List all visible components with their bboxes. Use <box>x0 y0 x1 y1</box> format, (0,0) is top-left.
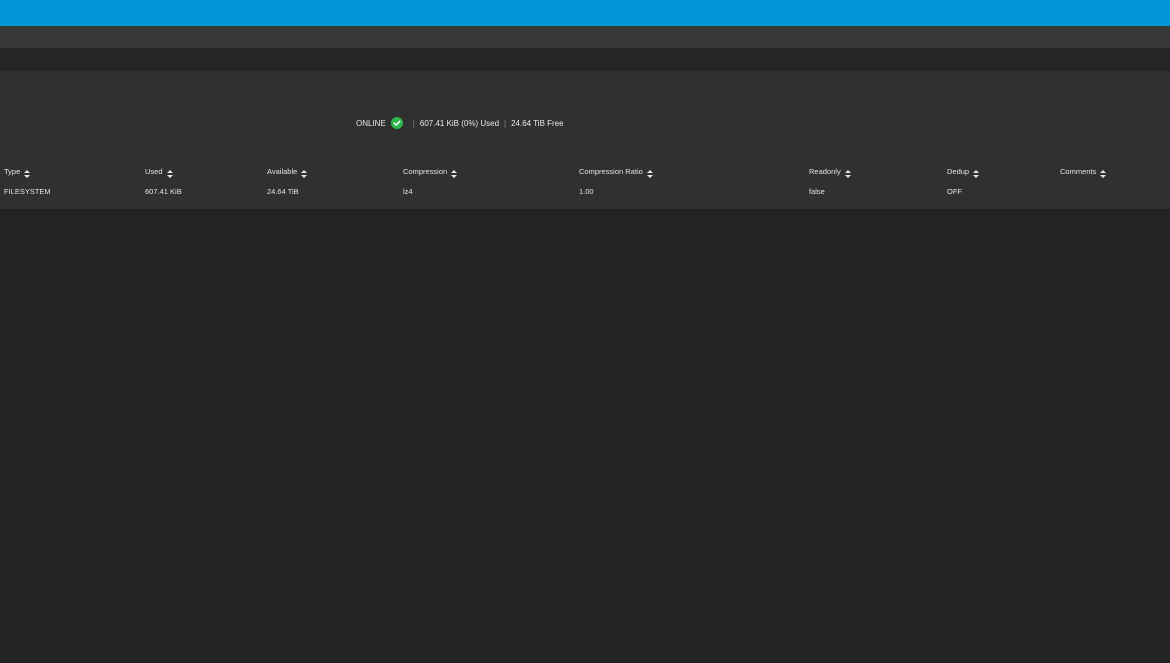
table-row[interactable]: FILESYSTEM 607.41 KiB 24.64 TiB lz4 1.00… <box>0 184 1170 200</box>
cell-used: 607.41 KiB <box>145 187 182 196</box>
column-header-available[interactable]: Available <box>267 164 308 180</box>
separator: | <box>412 118 415 128</box>
sort-icon <box>301 168 308 179</box>
sort-icon <box>973 168 980 179</box>
sort-icon <box>646 168 653 179</box>
column-header-type[interactable]: Type <box>4 164 31 180</box>
page-header-strip <box>0 48 1170 71</box>
column-header-readonly[interactable]: Readonly <box>809 164 851 180</box>
cell-compression-ratio: 1.00 <box>579 187 594 196</box>
sort-icon <box>24 168 31 179</box>
column-header-compression[interactable]: Compression <box>403 164 458 180</box>
column-header-compression-ratio[interactable]: Compression Ratio <box>579 164 653 180</box>
cell-readonly: false <box>809 187 825 196</box>
table-header-row: Type Used Available Compression Compress… <box>0 164 1170 180</box>
pool-used-text: 607.41 KiB (0%) Used <box>419 118 500 128</box>
sort-icon <box>166 168 173 179</box>
cell-compression: lz4 <box>403 187 413 196</box>
cell-type: FILESYSTEM <box>4 187 51 196</box>
separator: | <box>504 118 507 128</box>
column-header-used[interactable]: Used <box>145 164 173 180</box>
secondary-toolbar <box>0 26 1170 48</box>
top-navigation-bar <box>0 0 1170 26</box>
cell-available: 24.64 TiB <box>267 187 299 196</box>
sort-icon <box>1100 168 1107 179</box>
pool-status-text: ONLINE <box>356 118 386 128</box>
column-header-dedup[interactable]: Dedup <box>947 164 980 180</box>
pool-free-text: 24.64 TiB Free <box>511 118 564 128</box>
sort-icon <box>451 168 458 179</box>
cell-dedup: OFF <box>947 187 962 196</box>
check-circle-icon <box>390 117 403 129</box>
sort-icon <box>844 168 851 179</box>
pool-status-line: ONLINE | 607.41 KiB (0%) Used | 24.64 Ti… <box>356 116 564 130</box>
column-header-comments[interactable]: Comments <box>1060 164 1107 180</box>
